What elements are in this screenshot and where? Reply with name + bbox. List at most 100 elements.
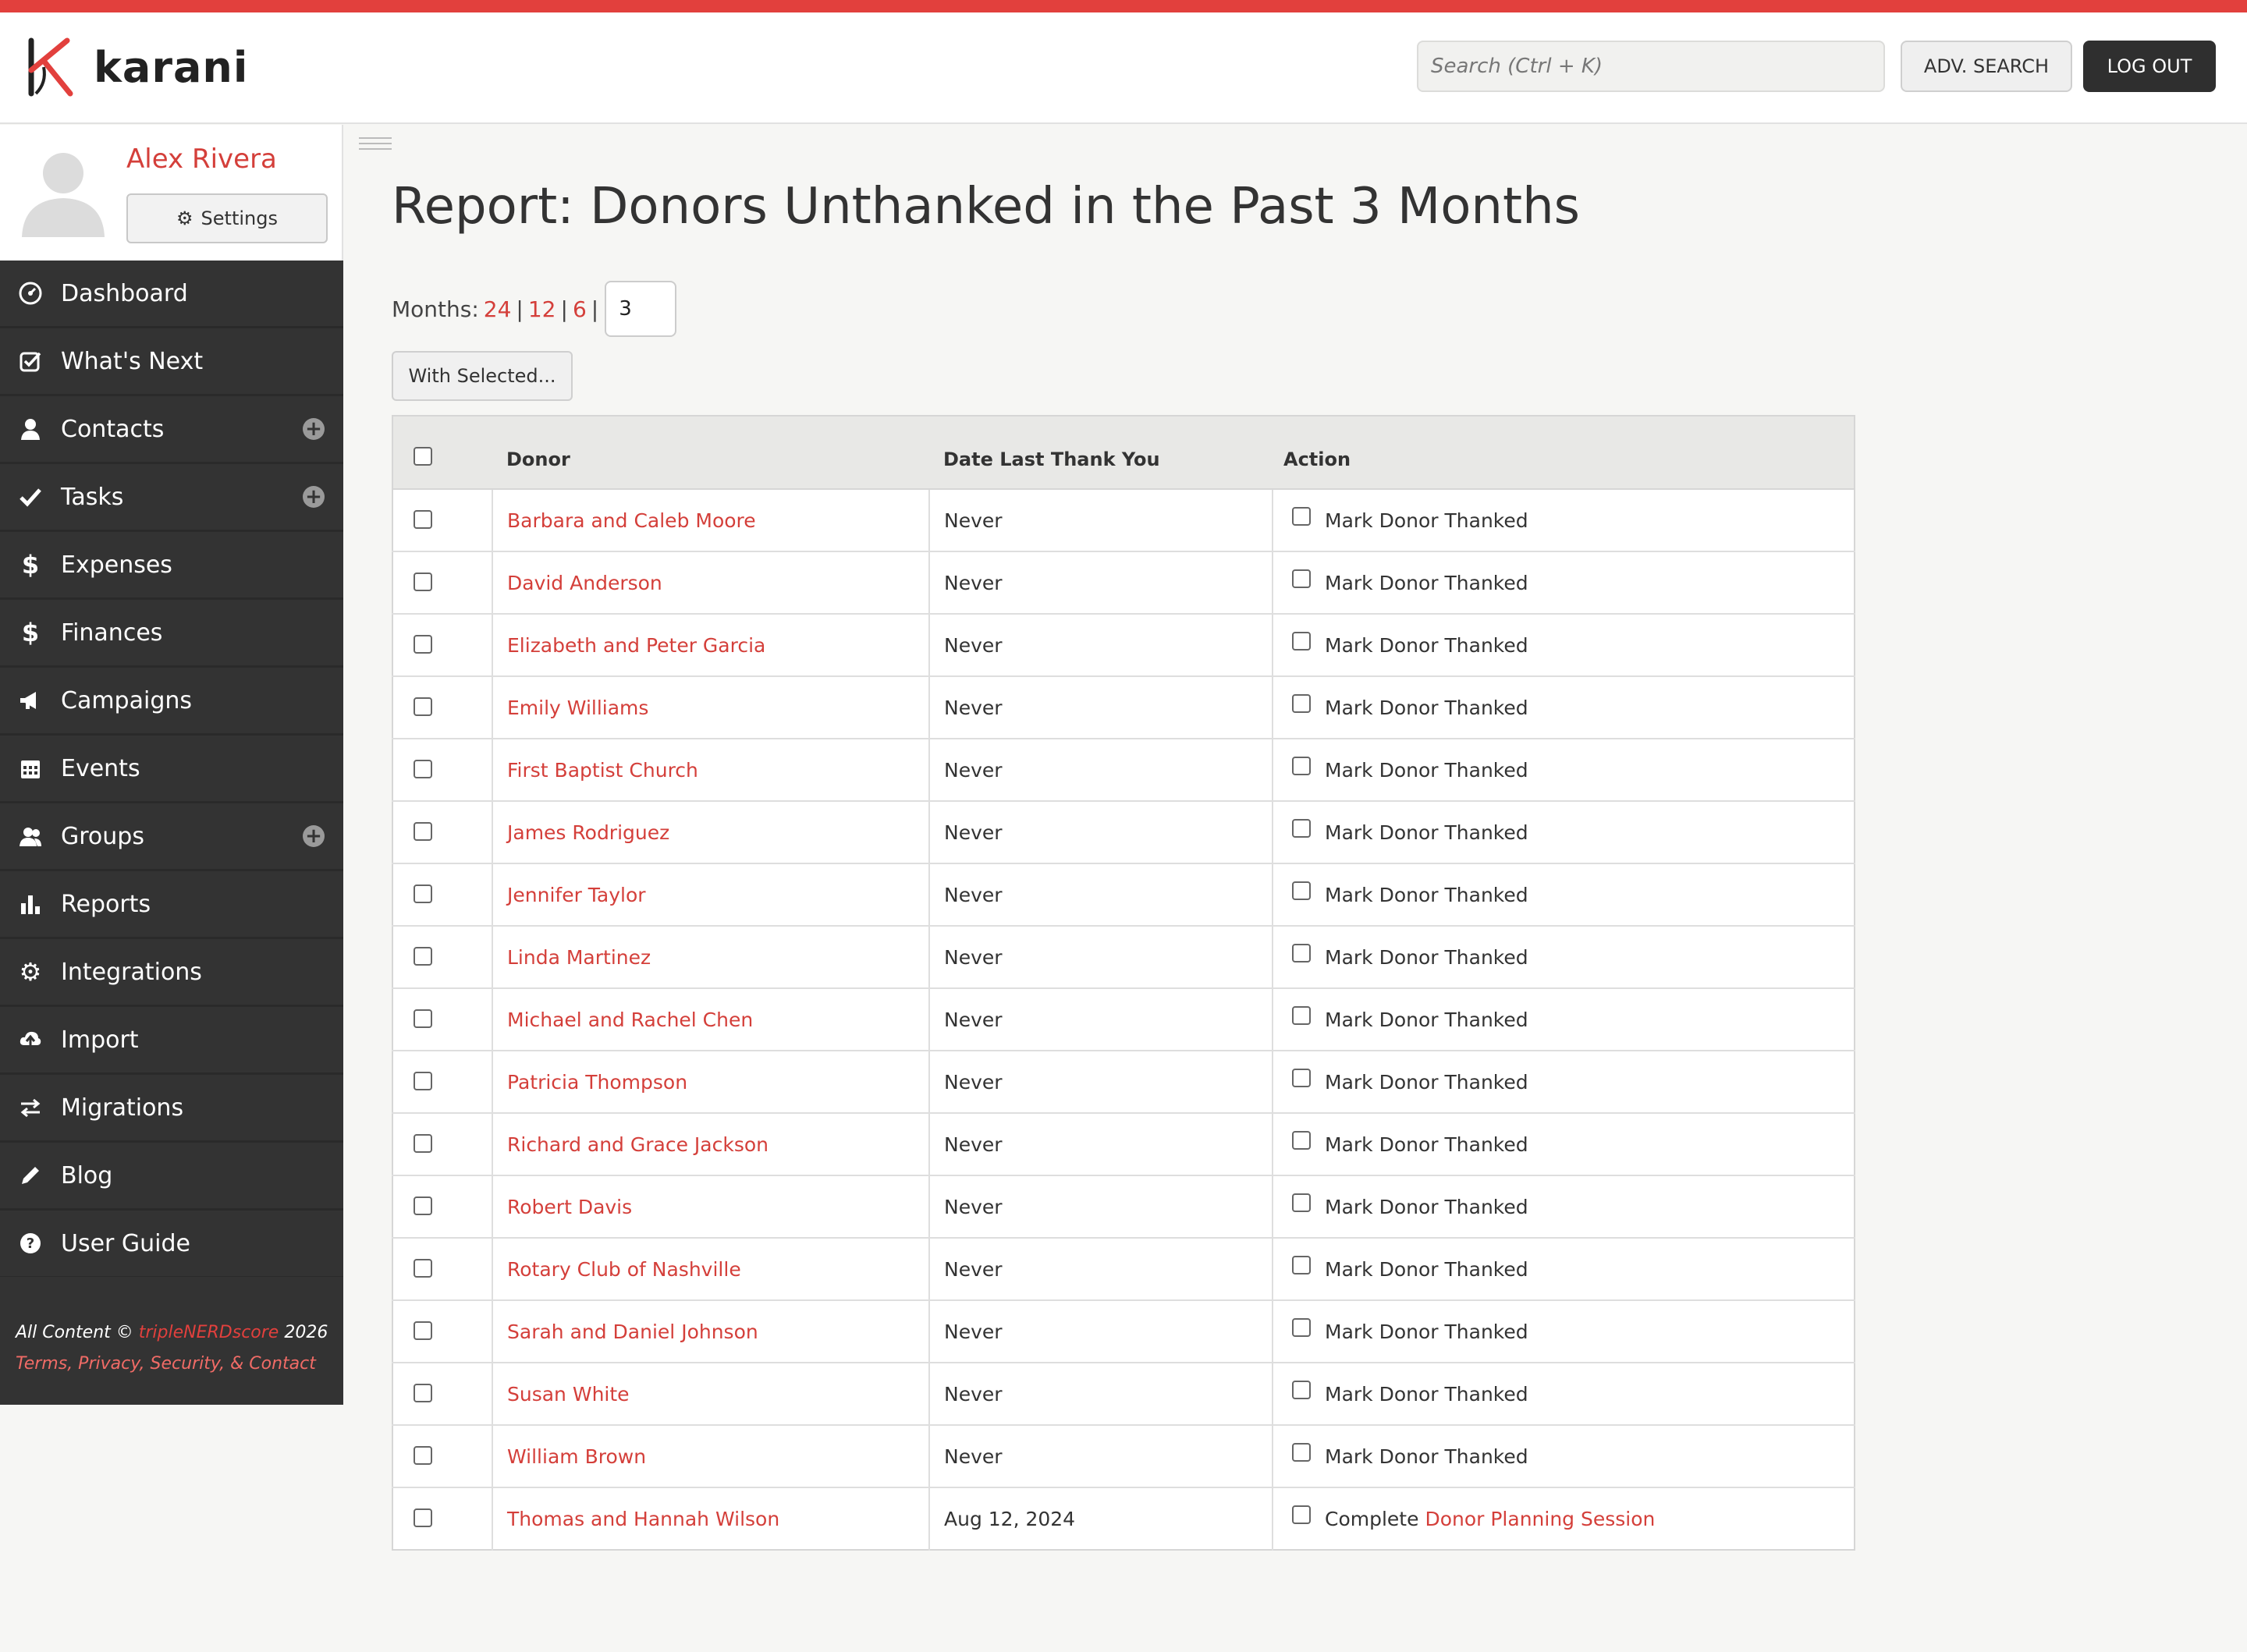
row-select-checkbox[interactable] xyxy=(414,1196,432,1215)
mark-thanked-checkbox[interactable] xyxy=(1292,1006,1311,1025)
mark-thanked-checkbox[interactable] xyxy=(1292,944,1311,962)
mark-thanked-checkbox[interactable] xyxy=(1292,632,1311,651)
row-select-checkbox[interactable] xyxy=(414,1133,432,1153)
mark-thanked-checkbox[interactable] xyxy=(1292,1256,1311,1274)
row-select-checkbox[interactable] xyxy=(414,759,432,778)
date-column-header[interactable]: Date Last Thank You xyxy=(929,416,1273,490)
row-select-checkbox[interactable] xyxy=(414,946,432,966)
donor-column-header[interactable]: Donor xyxy=(492,416,929,490)
avatar[interactable] xyxy=(16,142,111,237)
add-group-icon[interactable]: + xyxy=(303,825,325,847)
row-select-checkbox[interactable] xyxy=(414,1258,432,1278)
sidebar-item-user-guide[interactable]: ? User Guide xyxy=(0,1211,343,1278)
row-select-cell xyxy=(392,1424,492,1487)
row-select-checkbox[interactable] xyxy=(414,697,432,716)
table-row: Rotary Club of Nashville Never Mark Dono… xyxy=(392,1237,1855,1300)
mark-thanked-checkbox[interactable] xyxy=(1292,1131,1311,1150)
mark-thanked-checkbox[interactable] xyxy=(1292,1193,1311,1212)
row-select-checkbox[interactable] xyxy=(414,509,432,529)
months-input[interactable] xyxy=(605,281,677,337)
row-select-checkbox[interactable] xyxy=(414,1071,432,1090)
row-select-checkbox[interactable] xyxy=(414,572,432,591)
mark-thanked-checkbox[interactable] xyxy=(1292,507,1311,526)
donor-link[interactable]: First Baptist Church xyxy=(507,759,698,782)
mark-thanked-checkbox[interactable] xyxy=(1292,1443,1311,1462)
mark-thanked-checkbox[interactable] xyxy=(1292,1069,1311,1087)
karani-logo[interactable]: karani xyxy=(25,36,248,98)
company-link[interactable]: tripleNERDscore xyxy=(139,1323,279,1342)
copyright-year: 2026 xyxy=(284,1323,328,1342)
sidebar-item-migrations[interactable]: Migrations xyxy=(0,1075,343,1143)
sidebar-item-reports[interactable]: Reports xyxy=(0,871,343,939)
add-task-icon[interactable]: + xyxy=(303,486,325,508)
sidebar-item-finances[interactable]: $ Finances xyxy=(0,600,343,668)
donor-link[interactable]: Richard and Grace Jackson xyxy=(507,1133,769,1156)
sidebar-item-label: Events xyxy=(61,754,140,782)
sidebar-item-whats-next[interactable]: What's Next xyxy=(0,328,343,396)
sidebar-item-integrations[interactable]: ⚙ Integrations xyxy=(0,939,343,1007)
donor-link[interactable]: William Brown xyxy=(507,1445,646,1468)
donor-link[interactable]: Sarah and Daniel Johnson xyxy=(507,1321,758,1343)
sidebar-item-blog[interactable]: Blog xyxy=(0,1143,343,1211)
with-selected-button[interactable]: With Selected... xyxy=(392,351,573,401)
row-select-checkbox[interactable] xyxy=(414,1321,432,1340)
sidebar-toggle-icon[interactable] xyxy=(359,137,392,156)
complete-session-checkbox[interactable] xyxy=(1292,1505,1311,1524)
action-cell-content: Complete Donor Planning Session xyxy=(1292,1505,1854,1530)
sidebar-item-expenses[interactable]: $ Expenses xyxy=(0,532,343,600)
search-input[interactable] xyxy=(1417,41,1885,92)
planning-session-link[interactable]: Donor Planning Session xyxy=(1425,1508,1655,1530)
sidebar-item-tasks[interactable]: Tasks + xyxy=(0,464,343,532)
row-select-checkbox[interactable] xyxy=(414,1009,432,1028)
donor-link[interactable]: Thomas and Hannah Wilson xyxy=(507,1508,779,1530)
table-row: Susan White Never Mark Donor Thanked xyxy=(392,1362,1855,1425)
date-last-thank-you: Never xyxy=(944,1382,1003,1406)
row-select-checkbox[interactable] xyxy=(414,1445,432,1465)
mark-thanked-checkbox[interactable] xyxy=(1292,569,1311,588)
brand-name: karani xyxy=(94,42,249,92)
row-select-checkbox[interactable] xyxy=(414,821,432,841)
donor-link[interactable]: Rotary Club of Nashville xyxy=(507,1258,741,1281)
row-select-cell xyxy=(392,800,492,863)
donor-link[interactable]: Emily Williams xyxy=(507,697,648,719)
mark-thanked-checkbox[interactable] xyxy=(1292,819,1311,838)
donor-link[interactable]: Patricia Thompson xyxy=(507,1071,687,1094)
sidebar-item-contacts[interactable]: Contacts + xyxy=(0,396,343,464)
logout-button[interactable]: LOG OUT xyxy=(2083,41,2216,92)
donor-link[interactable]: Robert Davis xyxy=(507,1196,632,1218)
row-select-checkbox[interactable] xyxy=(414,634,432,654)
donor-link[interactable]: Michael and Rachel Chen xyxy=(507,1009,753,1031)
profile-name[interactable]: Alex Rivera xyxy=(126,144,277,175)
months-option-6[interactable]: 6 xyxy=(573,296,587,322)
mark-thanked-checkbox[interactable] xyxy=(1292,881,1311,900)
date-last-thank-you: Never xyxy=(944,1320,1003,1343)
sidebar-item-groups[interactable]: Groups + xyxy=(0,803,343,871)
settings-button[interactable]: ⚙ Settings xyxy=(126,193,328,243)
months-option-12[interactable]: 12 xyxy=(528,296,556,322)
add-contact-icon[interactable]: + xyxy=(303,418,325,440)
donor-link[interactable]: James Rodriguez xyxy=(507,821,669,844)
row-select-checkbox[interactable] xyxy=(414,1383,432,1402)
sidebar-item-import[interactable]: Import xyxy=(0,1007,343,1075)
donor-link[interactable]: Susan White xyxy=(507,1383,630,1406)
mark-thanked-checkbox[interactable] xyxy=(1292,1381,1311,1399)
months-option-24[interactable]: 24 xyxy=(484,296,512,322)
sidebar-item-events[interactable]: Events xyxy=(0,736,343,803)
legal-links[interactable]: Terms, Privacy, Security, & Contact xyxy=(16,1349,343,1380)
donor-link[interactable]: Barbara and Caleb Moore xyxy=(507,509,756,532)
sidebar-item-campaigns[interactable]: Campaigns xyxy=(0,668,343,736)
adv-search-button[interactable]: ADV. SEARCH xyxy=(1901,41,2072,92)
mark-thanked-checkbox[interactable] xyxy=(1292,694,1311,713)
sidebar-item-dashboard[interactable]: Dashboard xyxy=(0,261,343,328)
row-select-checkbox[interactable] xyxy=(414,884,432,903)
select-all-checkbox[interactable] xyxy=(414,447,432,466)
donor-link[interactable]: David Anderson xyxy=(507,572,662,594)
dollar-icon: $ xyxy=(21,618,40,647)
donor-link[interactable]: Linda Martinez xyxy=(507,946,651,969)
mark-thanked-checkbox[interactable] xyxy=(1292,757,1311,775)
row-select-checkbox[interactable] xyxy=(414,1508,432,1527)
mark-thanked-checkbox[interactable] xyxy=(1292,1318,1311,1337)
donor-link[interactable]: Elizabeth and Peter Garcia xyxy=(507,634,765,657)
donor-link[interactable]: Jennifer Taylor xyxy=(507,884,646,906)
table-row: First Baptist Church Never Mark Donor Th… xyxy=(392,738,1855,801)
